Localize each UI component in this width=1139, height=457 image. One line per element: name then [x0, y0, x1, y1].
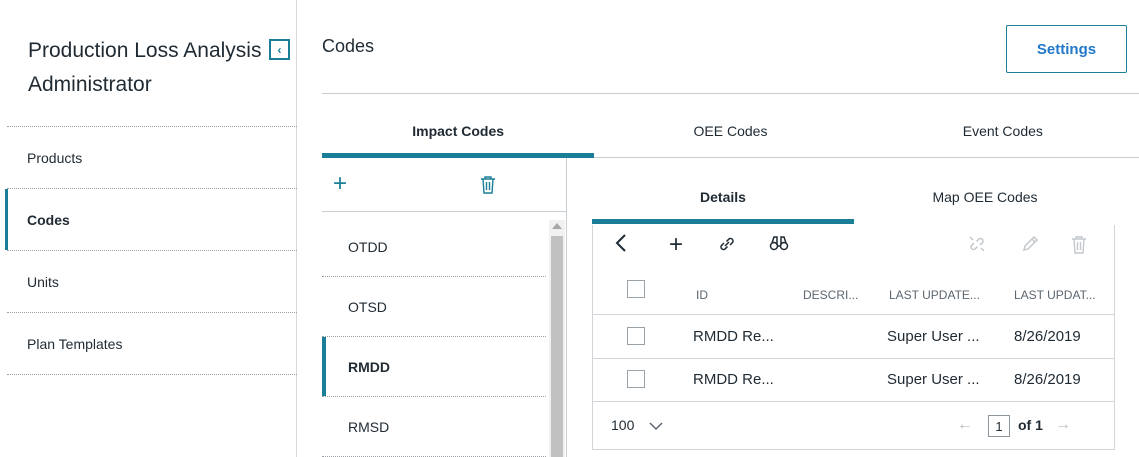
grid-header-row: ID DESCRI... LAST UPDATE... LAST UPDAT..…: [593, 277, 1114, 315]
grid-toolbar: +: [593, 225, 1114, 265]
sidebar-item-units[interactable]: Units: [7, 251, 297, 313]
tab-details[interactable]: Details: [592, 172, 854, 224]
page-size-value[interactable]: 100: [611, 417, 634, 433]
chevron-down-icon[interactable]: [649, 418, 663, 434]
cell-last-updated-by: Super User ...: [887, 371, 980, 388]
current-page-input[interactable]: 1: [988, 415, 1010, 437]
trash-icon: [1071, 235, 1087, 258]
collapse-sidebar-button[interactable]: ‹: [269, 39, 290, 60]
unlink-icon: [968, 235, 986, 257]
row-checkbox[interactable]: [627, 327, 645, 345]
cell-last-updated-by: Super User ...: [887, 328, 980, 345]
page-total-label: of 1: [1018, 417, 1043, 433]
header-divider: [322, 93, 1139, 94]
sidebar-item-products[interactable]: Products: [7, 127, 297, 189]
sidebar-item-codes[interactable]: Codes: [5, 189, 297, 251]
grid-footer: 100 ← 1 of 1 →: [593, 403, 1114, 449]
detail-tabs: Details Map OEE Codes: [592, 172, 1139, 224]
delete-code-trash-icon[interactable]: [480, 175, 496, 198]
column-header-last-updated[interactable]: LAST UPDAT...: [1014, 288, 1096, 302]
page-title: Codes: [322, 36, 375, 56]
cell-id: RMDD Re...: [693, 371, 774, 388]
app-title: Production Loss Analysis Administrator: [28, 39, 262, 96]
sidebar-nav: Products Codes Units Plan Templates: [5, 126, 297, 375]
tab-map-oee-codes[interactable]: Map OEE Codes: [854, 172, 1116, 222]
cell-id: RMDD Re...: [693, 328, 774, 345]
link-icon[interactable]: [718, 235, 736, 257]
add-code-plus-icon[interactable]: +: [333, 172, 347, 196]
code-list-scrollbar[interactable]: [549, 220, 565, 457]
pencil-icon: [1021, 235, 1039, 257]
select-all-checkbox[interactable]: [627, 280, 645, 298]
list-item-otdd[interactable]: OTDD: [322, 217, 546, 277]
cell-last-updated: 8/26/2019: [1014, 371, 1081, 388]
code-list-toolbar: +: [322, 158, 567, 212]
binoculars-icon[interactable]: [769, 235, 789, 255]
back-icon[interactable]: [615, 234, 627, 256]
code-list-panel: + OTDD OTSD RMDD RMSD: [322, 158, 567, 457]
tab-event-codes[interactable]: Event Codes: [867, 104, 1139, 157]
plus-icon[interactable]: +: [669, 233, 683, 257]
scroll-thumb[interactable]: [551, 236, 563, 457]
table-row[interactable]: RMDD Re... Super User ... 8/26/2019: [593, 359, 1114, 402]
column-header-id[interactable]: ID: [696, 288, 708, 302]
list-item-rmsd[interactable]: RMSD: [322, 397, 546, 457]
row-checkbox[interactable]: [627, 370, 645, 388]
previous-page-arrow-icon[interactable]: ←: [957, 416, 973, 434]
details-grid: + ID DESCRI... LAST UPDATE... LAST UPDAT…: [592, 225, 1115, 450]
next-page-arrow-icon[interactable]: →: [1055, 416, 1071, 434]
code-type-tabs: Impact Codes OEE Codes Event Codes: [322, 104, 1139, 158]
settings-button[interactable]: Settings: [1006, 25, 1127, 73]
tab-impact-codes[interactable]: Impact Codes: [322, 104, 595, 158]
code-list: OTDD OTSD RMDD RMSD: [322, 217, 546, 457]
list-item-otsd[interactable]: OTSD: [322, 277, 546, 337]
table-row[interactable]: RMDD Re... Super User ... 8/26/2019: [593, 316, 1114, 359]
column-header-last-updated-by[interactable]: LAST UPDATE...: [889, 288, 980, 302]
tab-oee-codes[interactable]: OEE Codes: [594, 104, 866, 157]
sidebar-item-plan-templates[interactable]: Plan Templates: [7, 313, 297, 375]
sidebar: Production Loss Analysis Administrator ‹…: [0, 0, 297, 457]
column-header-description[interactable]: DESCRI...: [803, 288, 858, 302]
scroll-up-arrow-icon[interactable]: [552, 223, 562, 229]
cell-last-updated: 8/26/2019: [1014, 328, 1081, 345]
list-item-rmdd[interactable]: RMDD: [322, 337, 546, 397]
